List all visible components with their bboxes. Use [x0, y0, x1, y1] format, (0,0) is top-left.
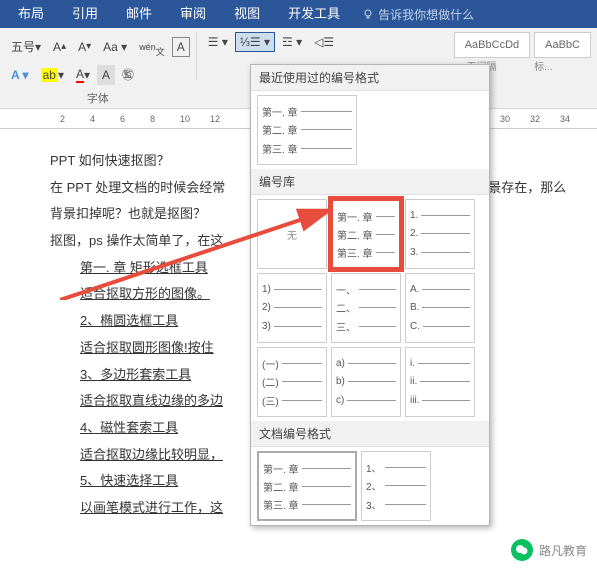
watermark-text: 路凡教育 — [539, 542, 587, 559]
numbering-library-item[interactable]: (一) (二) (三) — [257, 347, 327, 417]
separator — [196, 32, 197, 80]
bullets-button[interactable]: ☰ ▾ — [203, 32, 233, 52]
numbering-library-item[interactable]: a) b) c) — [331, 347, 401, 417]
lightbulb-icon — [362, 8, 374, 20]
ribbon-tabs: 布局 引用 邮件 审阅 视图 开发工具 告诉我你想做什么 — [0, 0, 597, 28]
char-border-button[interactable]: A — [172, 37, 190, 57]
tab-developer[interactable]: 开发工具 — [274, 0, 354, 28]
numbering-library-item[interactable]: 1) 2) 3) — [257, 273, 327, 343]
highlight-button[interactable]: ab ▾ — [36, 65, 69, 85]
docfmt-header: 文档编号格式 — [251, 421, 489, 447]
library-header: 编号库 — [251, 169, 489, 195]
font-group-label: 字体 — [6, 90, 190, 106]
decrease-indent-button[interactable]: ◁☰ — [309, 32, 339, 52]
style-preview-1[interactable]: AaBbCcDd — [454, 32, 530, 58]
watermark: 路凡教育 — [511, 539, 587, 561]
tab-review[interactable]: 审阅 — [166, 0, 220, 28]
tab-layout[interactable]: 布局 — [4, 0, 58, 28]
text-effects-button[interactable]: A ▾ — [6, 65, 34, 85]
numbering-library-item[interactable]: A. B. C. — [405, 273, 475, 343]
tab-view[interactable]: 视图 — [220, 0, 274, 28]
numbering-button[interactable]: ⅓☰ ▾ — [235, 32, 275, 52]
font-color-button[interactable]: A ▾ — [71, 64, 95, 86]
tellme-label: 告诉我你想做什么 — [378, 6, 474, 23]
fontsize-dropdown[interactable]: 五号 ▾ — [6, 35, 46, 58]
numbering-docfmt-item[interactable]: 1、 2、 3、 — [361, 451, 431, 521]
tellme-search[interactable]: 告诉我你想做什么 — [362, 6, 474, 23]
numbering-library-item-chapter[interactable]: 第一. 章 第二. 章 第三. 章 — [331, 199, 401, 269]
tab-mailings[interactable]: 邮件 — [112, 0, 166, 28]
numbering-dropdown-panel: 最近使用过的编号格式 第一. 章 第二. 章 第三. 章 编号库 无 第一. 章… — [250, 64, 490, 526]
numbering-recent-item[interactable]: 第一. 章 第二. 章 第三. 章 — [257, 95, 357, 165]
numbering-library-item[interactable]: 1. 2. 3. — [405, 199, 475, 269]
change-case-button[interactable]: Aa ▾ — [98, 37, 132, 57]
numbering-docfmt-item[interactable]: 第一. 章 第二. 章 第三. 章 — [257, 451, 357, 521]
wechat-icon — [511, 539, 533, 561]
tab-references[interactable]: 引用 — [58, 0, 112, 28]
numbering-none-item[interactable]: 无 — [257, 199, 327, 269]
style-preview-2[interactable]: AaBbC — [534, 32, 591, 58]
numbering-library-item[interactable]: 一、 二、 三、 — [331, 273, 401, 343]
char-shading-button[interactable]: A — [97, 65, 115, 85]
phonetic-guide-button[interactable]: wén文 — [134, 32, 170, 61]
doc-line: 适合抠取圆形图像!按住 — [80, 340, 214, 355]
enclose-char-button[interactable]: ㊬ — [117, 63, 139, 86]
numbering-library-item[interactable]: i. ii. iii. — [405, 347, 475, 417]
shrink-font-button[interactable]: A▾ — [73, 37, 96, 57]
style-name-2: 标... — [534, 58, 591, 73]
multilevel-button[interactable]: ☲ ▾ — [277, 32, 307, 52]
grow-font-button[interactable]: A▴ — [48, 37, 71, 57]
recent-header: 最近使用过的编号格式 — [251, 65, 489, 91]
doc-line: 在 PPT 处理文档的时候会经常 — [50, 180, 225, 195]
